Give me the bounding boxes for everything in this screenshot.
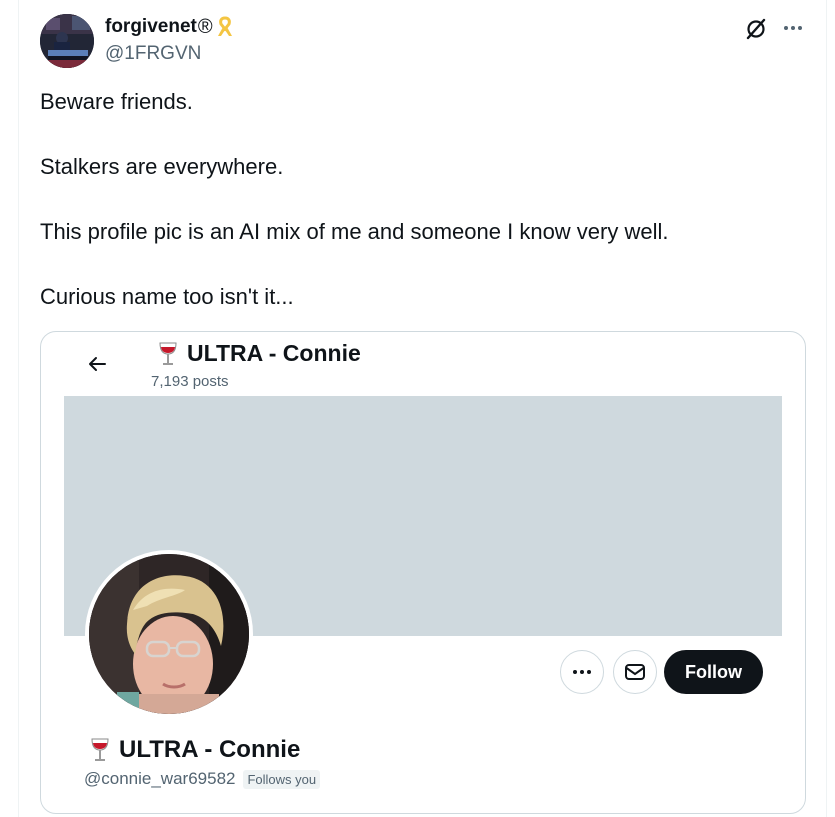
profile-more-button[interactable] xyxy=(560,650,604,694)
grok-icon[interactable] xyxy=(745,18,767,40)
wine-glass-icon xyxy=(89,737,111,763)
author-avatar[interactable] xyxy=(40,14,94,68)
author-name-row[interactable]: forgivenet ® xyxy=(105,14,234,40)
message-button[interactable] xyxy=(613,650,657,694)
author-handle[interactable]: @1FRGVN xyxy=(105,43,201,65)
awareness-ribbon-icon xyxy=(216,16,234,38)
registered-mark: ® xyxy=(197,15,213,38)
attached-image[interactable]: ULTRA - Connie 7,193 posts Follow ULTRA … xyxy=(40,331,806,814)
follows-you-badge: Follows you xyxy=(243,769,321,789)
profile-handle: @connie_war69582 xyxy=(84,769,236,788)
more-options-icon xyxy=(573,670,591,674)
follow-button[interactable]: Follow xyxy=(664,650,763,694)
profile-handle-row: @connie_war69582 Follows you xyxy=(84,769,321,789)
profile-display-name-text: ULTRA - Connie xyxy=(119,736,301,763)
profile-header-name: ULTRA - Connie xyxy=(157,340,361,367)
post-count: 7,193 posts xyxy=(151,373,229,390)
profile-avatar-image xyxy=(89,554,249,714)
tweet: forgivenet ® @1FRGVN Beware friends. Sta… xyxy=(0,0,835,817)
message-envelope-icon xyxy=(625,664,645,680)
tweet-paragraph: Stalkers are everywhere. xyxy=(40,154,284,179)
tweet-paragraph: Curious name too isn't it... xyxy=(40,284,294,309)
author-avatar-image xyxy=(40,14,94,68)
tweet-paragraph: Beware friends. xyxy=(40,89,193,114)
profile-header-name-text: ULTRA - Connie xyxy=(187,340,361,366)
profile-avatar-ring xyxy=(85,550,253,718)
author-name[interactable]: forgivenet xyxy=(105,16,197,38)
back-arrow-icon xyxy=(85,352,109,376)
profile-display-name: ULTRA - Connie xyxy=(89,736,300,764)
profile-avatar xyxy=(89,554,249,714)
wine-glass-icon xyxy=(157,341,179,367)
tweet-paragraph: This profile pic is an AI mix of me and … xyxy=(40,219,669,244)
tweet-text: Beware friends. Stalkers are everywhere.… xyxy=(40,86,800,314)
more-options-icon[interactable] xyxy=(781,16,805,40)
